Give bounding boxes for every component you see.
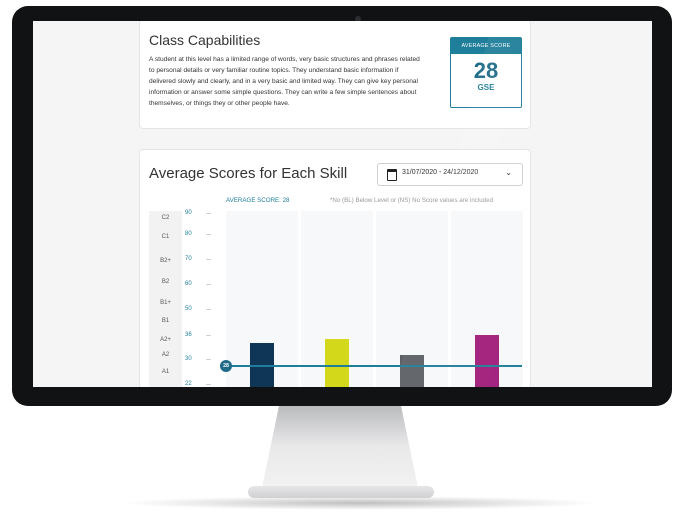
cefr-label: C2: [161, 215, 170, 221]
y-tick-label: 30: [185, 356, 192, 362]
monitor-shadow: [120, 496, 600, 510]
average-line: [226, 365, 522, 367]
cefr-label: A2+: [160, 337, 171, 343]
y-tick-label: 50: [185, 306, 192, 312]
y-tick-mark: [206, 359, 211, 360]
cefr-label: A1: [161, 369, 170, 375]
y-tick-mark: [206, 309, 211, 310]
description-line: to personal details or very familiar rou…: [149, 67, 399, 74]
y-tick-mark: [206, 259, 211, 260]
average-score-label: AVERAGE SCORE: 28: [226, 197, 290, 204]
average-score-unit: GSE: [477, 83, 495, 92]
cefr-scale: C2 C1 B2+ B2 B1+ B1 A2+ A2 A1: [149, 211, 182, 387]
y-tick-mark: [206, 213, 211, 214]
description-line: information or answer some simple questi…: [149, 89, 417, 96]
cefr-label: A2: [161, 352, 170, 358]
average-score-value: 28: [473, 58, 499, 83]
cefr-label: B2: [161, 279, 170, 285]
monitor-stand-base: [248, 486, 434, 498]
y-tick-label: 22: [185, 381, 192, 387]
description-line: themselves, or things they or other peop…: [149, 100, 290, 107]
y-tick-mark: [206, 234, 211, 235]
average-score-box: AVERAGE SCORE 28 GSE: [450, 37, 522, 108]
class-capabilities-title: Class Capabilities: [149, 32, 261, 48]
class-capabilities-description: A student at this level has a limited ra…: [149, 54, 441, 109]
y-tick-label: 60: [185, 281, 192, 287]
chevron-down-icon: ⌄: [505, 168, 512, 177]
screen: Class Capabilities A student at this lev…: [33, 21, 652, 387]
y-tick-mark: [206, 284, 211, 285]
calendar-icon: [387, 169, 397, 181]
skills-chart-card: Average Scores for Each Skill 31/07/2020…: [139, 149, 531, 387]
skill-bar[interactable]: [325, 339, 349, 387]
average-score-box-label: AVERAGE SCORE: [451, 38, 521, 54]
cefr-label: B1+: [160, 300, 171, 306]
y-tick-label: 70: [185, 256, 192, 262]
description-line: delivered slowly and clearly, and in a v…: [149, 78, 419, 85]
description-line: A student at this level has a limited ra…: [149, 56, 420, 63]
y-tick-label: 36: [185, 332, 192, 338]
monitor-stand: [260, 405, 420, 497]
y-tick-mark: [206, 335, 211, 336]
skills-chart-title: Average Scores for Each Skill: [149, 165, 348, 182]
score-note: *No (BL) Below Level or (NS) No Score va…: [330, 197, 494, 204]
y-tick-label: 80: [185, 231, 192, 237]
cefr-label: B1: [161, 318, 170, 324]
date-range-value: 31/07/2020 - 24/12/2020: [402, 169, 479, 176]
skill-bar[interactable]: [475, 335, 499, 387]
y-tick-label: 90: [185, 210, 192, 216]
cefr-label: B2+: [160, 258, 171, 264]
skill-bar[interactable]: [400, 355, 424, 387]
class-capabilities-card: Class Capabilities A student at this lev…: [139, 21, 531, 129]
date-range-dropdown[interactable]: 31/07/2020 - 24/12/2020 ⌄: [377, 163, 523, 186]
cefr-label: C1: [161, 234, 170, 240]
y-tick-mark: [206, 384, 211, 385]
